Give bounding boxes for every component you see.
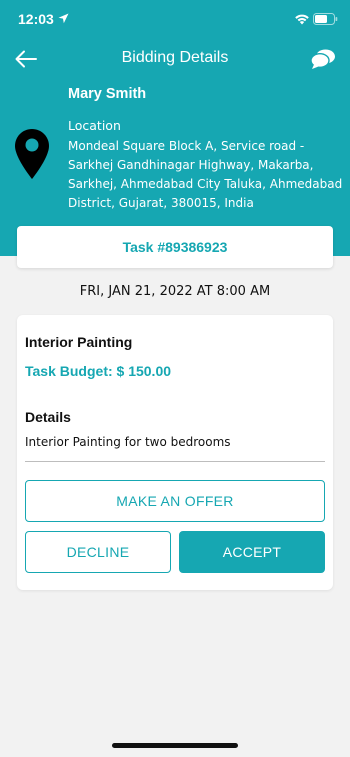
map-pin-icon: [15, 129, 49, 179]
task-datetime: FRI, JAN 21, 2022 AT 8:00 AM: [79, 284, 271, 299]
divider: [25, 461, 325, 462]
task-number: Task #89386923: [122, 239, 228, 255]
task-details-card: Interior Painting Task Budget: $ 150.00 …: [17, 315, 333, 590]
make-offer-button[interactable]: MAKE AN OFFER: [25, 480, 325, 522]
details-text: Interior Painting for two bedrooms: [25, 435, 231, 449]
home-indicator[interactable]: [112, 743, 238, 748]
task-number-card: Task #89386923: [17, 226, 333, 268]
battery-icon: [313, 13, 338, 25]
accept-button[interactable]: ACCEPT: [179, 531, 325, 573]
task-title: Interior Painting: [25, 334, 133, 350]
status-bar: 12:03: [0, 0, 350, 38]
decline-button[interactable]: DECLINE: [25, 531, 171, 573]
location-label: Location: [68, 118, 121, 133]
chat-bubbles-icon[interactable]: [310, 48, 336, 70]
wifi-icon: [295, 14, 309, 25]
header-banner: 12:03 Bidding Details Mary Smith Locatio…: [0, 0, 350, 256]
customer-name: Mary Smith: [68, 86, 147, 102]
details-heading: Details: [25, 409, 71, 425]
status-time: 12:03: [18, 11, 54, 27]
task-budget: Task Budget: $ 150.00: [25, 363, 172, 379]
location-arrow-icon: [58, 13, 69, 24]
location-address: Mondeal Square Block A, Service road - S…: [68, 139, 343, 210]
page-title: Bidding Details: [121, 49, 229, 66]
